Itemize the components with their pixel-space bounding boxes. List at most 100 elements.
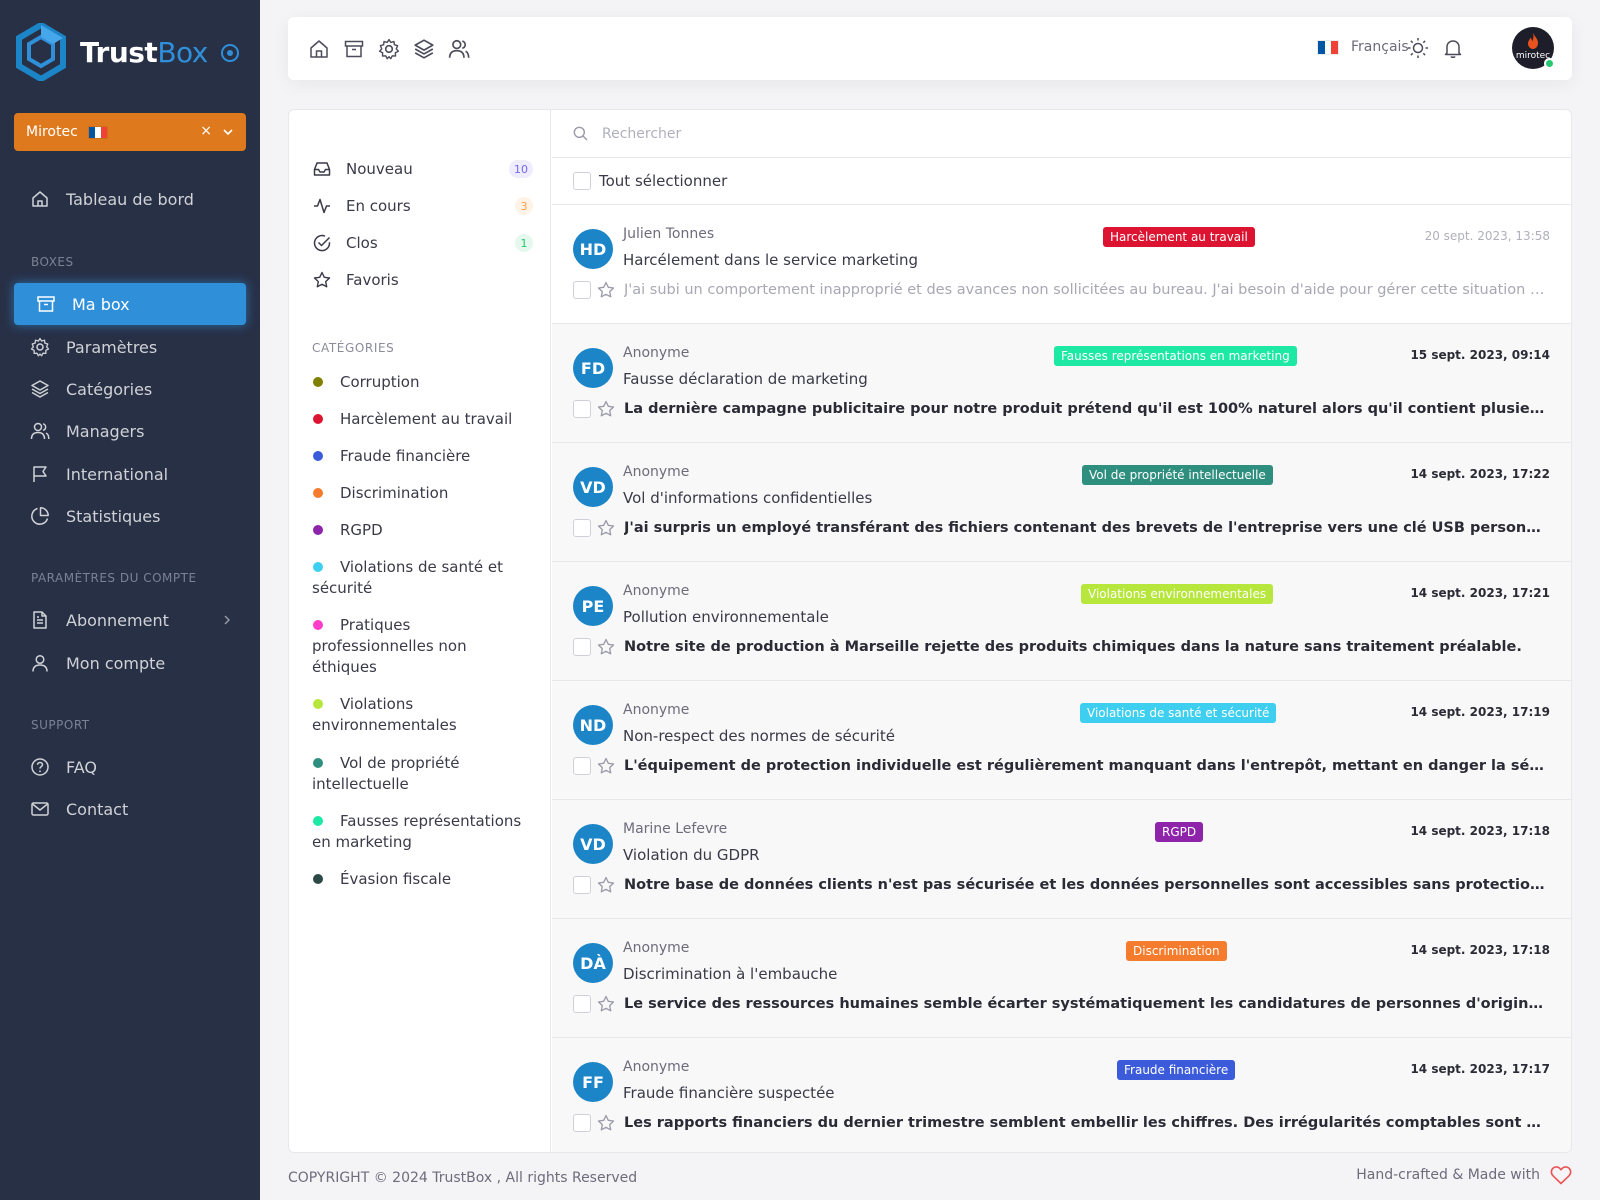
select-all-row: Tout sélectionner: [552, 158, 1571, 205]
message-subject: Vol d'informations confidentielles: [623, 489, 873, 507]
category-label: Pratiques professionnelles non éthiques: [312, 616, 467, 676]
message-checkbox[interactable]: [573, 638, 591, 656]
nav-international[interactable]: International: [14, 453, 246, 495]
nav-my-account[interactable]: Mon compte: [14, 642, 246, 684]
message-checkbox[interactable]: [573, 400, 591, 418]
message-row[interactable]: VD Marine Lefevre Violation du GDPR RGPD…: [552, 800, 1571, 919]
category-tax-evasion[interactable]: Évasion fiscale: [312, 869, 532, 890]
message-preview-row: Le service des ressources humaines sembl…: [573, 994, 1550, 1014]
message-sender: Marine Lefevre: [623, 821, 728, 837]
message-row[interactable]: PE Anonyme Pollution environnementale Vi…: [552, 562, 1571, 681]
star-icon[interactable]: [597, 638, 615, 656]
star-icon[interactable]: [597, 995, 615, 1013]
message-row[interactable]: VD Anonyme Vol d'informations confidenti…: [552, 443, 1571, 562]
message-date: 20 sept. 2023, 13:58: [1424, 229, 1550, 243]
archive-icon[interactable]: [343, 38, 365, 60]
mailbox-card: Nouveau 10 En cours 3 Clos 1 Favoris CAT…: [288, 109, 1572, 1153]
nav-statistics[interactable]: Statistiques: [14, 495, 246, 537]
support-section-heading: SUPPORT: [31, 718, 90, 732]
nav-dashboard[interactable]: Tableau de bord: [14, 178, 246, 220]
layers-icon[interactable]: [413, 38, 435, 60]
star-icon[interactable]: [597, 400, 615, 418]
category-tag: Violations environnementales: [1081, 584, 1274, 604]
category-label: Fausses représentations en marketing: [312, 812, 522, 851]
filter-favorites[interactable]: Favoris: [313, 268, 533, 292]
filter-new[interactable]: Nouveau 10: [313, 157, 533, 181]
message-row[interactable]: ND Anonyme Non-respect des normes de séc…: [552, 681, 1571, 800]
message-row[interactable]: HD Julien Tonnes Harcélement dans le ser…: [552, 205, 1571, 324]
message-preview-row: Les rapports financiers du dernier trime…: [573, 1113, 1550, 1133]
category-color-dot: [313, 414, 323, 424]
message-sender: Anonyme: [623, 702, 690, 718]
message-date: 14 sept. 2023, 17:18: [1410, 943, 1550, 957]
nav-managers[interactable]: Managers: [14, 410, 246, 452]
clear-organization-icon[interactable]: ×: [200, 123, 212, 139]
category-color-dot: [313, 525, 323, 535]
category-harassment[interactable]: Harcèlement au travail: [312, 409, 532, 430]
star-icon[interactable]: [597, 519, 615, 537]
category-gdpr[interactable]: RGPD: [312, 520, 532, 541]
nav-subscription[interactable]: Abonnement: [14, 599, 246, 641]
home-icon[interactable]: [308, 38, 330, 60]
footer-copyright: COPYRIGHT © 2024 TrustBox , All rights R…: [288, 1170, 638, 1186]
message-checkbox[interactable]: [573, 519, 591, 537]
language-selector[interactable]: Français: [1317, 39, 1409, 55]
nav-settings[interactable]: Paramètres: [14, 326, 246, 368]
star-icon[interactable]: [597, 876, 615, 894]
category-corruption[interactable]: Corruption: [312, 372, 532, 393]
star-icon[interactable]: [597, 757, 615, 775]
filter-closed[interactable]: Clos 1: [313, 231, 533, 255]
message-row[interactable]: FD Anonyme Fausse déclaration de marketi…: [552, 324, 1571, 443]
message-subject: Pollution environnementale: [623, 608, 829, 626]
message-subject: Non-respect des normes de sécurité: [623, 727, 895, 745]
message-row[interactable]: DÀ Anonyme Discrimination à l'embauche D…: [552, 919, 1571, 1038]
sender-avatar: VD: [573, 824, 613, 864]
bell-icon[interactable]: [1441, 36, 1465, 60]
category-unethical-practices[interactable]: Pratiques professionnelles non éthiques: [312, 615, 532, 678]
star-icon[interactable]: [597, 1114, 615, 1132]
category-ip-theft[interactable]: Vol de propriété intellectuelle: [312, 753, 532, 795]
filter-panel: Nouveau 10 En cours 3 Clos 1 Favoris CAT…: [289, 110, 551, 1152]
filter-in-progress[interactable]: En cours 3: [313, 194, 533, 218]
users-icon[interactable]: [448, 38, 470, 60]
organization-name: Mirotec: [26, 124, 78, 140]
chevron-down-icon[interactable]: [222, 126, 234, 138]
category-discrimination[interactable]: Discrimination: [312, 483, 532, 504]
message-sender: Anonyme: [623, 464, 690, 480]
inbox-icon: [313, 162, 331, 176]
category-health-safety[interactable]: Violations de santé et sécurité: [312, 557, 532, 599]
category-financial-fraud[interactable]: Fraude financière: [312, 446, 532, 467]
nav-faq[interactable]: FAQ: [14, 746, 246, 788]
sender-avatar: FD: [573, 348, 613, 388]
sun-icon[interactable]: [1406, 36, 1430, 60]
select-all-checkbox[interactable]: [573, 172, 591, 190]
message-preview: Notre base de données clients n'est pas …: [624, 877, 1550, 893]
message-checkbox[interactable]: [573, 1114, 591, 1132]
user-avatar[interactable]: mirotec: [1512, 27, 1555, 69]
nav-contact[interactable]: Contact: [14, 788, 246, 830]
gear-icon[interactable]: [378, 38, 400, 60]
organization-select[interactable]: Mirotec ×: [14, 113, 246, 151]
brand[interactable]: TrustBox: [16, 22, 239, 82]
message-checkbox[interactable]: [573, 757, 591, 775]
message-checkbox[interactable]: [573, 281, 591, 299]
nav-my-box[interactable]: Ma box: [14, 283, 246, 325]
nav-my-account-label: Mon compte: [66, 653, 166, 673]
nav-categories[interactable]: Catégories: [14, 368, 246, 410]
star-icon[interactable]: [597, 281, 615, 299]
message-row[interactable]: FF Anonyme Fraude financière suspectée F…: [552, 1038, 1571, 1152]
collapse-sidebar-icon[interactable]: [220, 43, 240, 63]
message-checkbox[interactable]: [573, 995, 591, 1013]
category-label: Discrimination: [340, 484, 449, 502]
search-input[interactable]: [602, 125, 1202, 142]
nav-categories-label: Catégories: [66, 379, 153, 399]
category-false-marketing[interactable]: Fausses représentations en marketing: [312, 811, 532, 853]
category-environmental[interactable]: Violations environnementales: [312, 694, 532, 736]
message-date: 14 sept. 2023, 17:18: [1410, 824, 1550, 838]
nav-managers-label: Managers: [66, 421, 145, 441]
brand-name-light: Box: [157, 35, 208, 69]
select-all-label: Tout sélectionner: [599, 172, 728, 190]
activity-icon: [314, 198, 330, 214]
message-checkbox[interactable]: [573, 876, 591, 894]
nav-settings-label: Paramètres: [66, 337, 158, 357]
